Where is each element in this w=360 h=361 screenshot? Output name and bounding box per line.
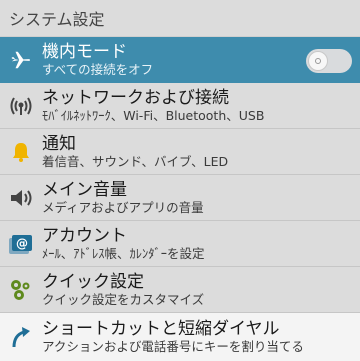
account-icon: @ — [0, 221, 42, 267]
shortcut-arrow-icon — [0, 314, 42, 360]
quick-settings-icon — [0, 267, 42, 313]
item-subtitle: アクションおよび電話番号にキーを割り当てる — [42, 339, 304, 354]
item-subtitle: ﾓﾊﾞｲﾙﾈｯﾄﾜｰｸ、Wi-Fi、Bluetooth、USB — [42, 107, 265, 123]
item-title: アカウント — [42, 225, 127, 246]
item-title: クイック設定 — [42, 271, 144, 292]
settings-list: 機内モード すべての接続をオフ ネットワークおよび接続 ﾓﾊﾞｲﾙﾈｯﾄﾜｰｸ、… — [0, 37, 360, 361]
item-subtitle: クイック設定をカスタマイズ — [42, 291, 205, 307]
item-title: ショートカットと短縮ダイヤル — [42, 319, 280, 339]
speaker-icon — [0, 175, 42, 221]
network-icon — [0, 83, 42, 129]
item-title: 通知 — [42, 133, 76, 154]
item-subtitle: 着信音、サウンド、バイブ、LED — [42, 153, 229, 169]
list-item-network[interactable]: ネットワークおよび接続 ﾓﾊﾞｲﾙﾈｯﾄﾜｰｸ、Wi-Fi、Bluetooth、… — [0, 83, 360, 129]
airplane-mode-toggle[interactable] — [306, 49, 352, 73]
list-item-main-volume[interactable]: メイン音量 メディアおよびアプリの音量 — [0, 175, 360, 221]
airplane-icon — [0, 37, 42, 83]
list-item-quick-settings[interactable]: クイック設定 クイック設定をカスタマイズ — [0, 267, 360, 313]
list-item-notifications[interactable]: 通知 着信音、サウンド、バイブ、LED — [0, 129, 360, 175]
svg-text:@: @ — [16, 236, 28, 250]
bell-icon — [0, 129, 42, 175]
list-item-airplane-mode[interactable]: 機内モード すべての接続をオフ — [0, 37, 360, 83]
item-subtitle: メディアおよびアプリの音量 — [42, 199, 204, 215]
item-title: ネットワークおよび接続 — [42, 87, 229, 108]
toggle-knob — [308, 51, 328, 71]
list-item-shortcuts[interactable]: ショートカットと短縮ダイヤル アクションおよび電話番号にキーを割り当てる — [0, 313, 360, 361]
list-item-accounts[interactable]: @ アカウント ﾒｰﾙ、ｱﾄﾞﾚｽ帳、ｶﾚﾝﾀﾞｰを設定 — [0, 221, 360, 267]
item-title: メイン音量 — [42, 179, 127, 200]
item-subtitle: ﾒｰﾙ、ｱﾄﾞﾚｽ帳、ｶﾚﾝﾀﾞｰを設定 — [42, 245, 205, 261]
page-title: システム設定 — [0, 0, 360, 37]
settings-screen: システム設定 機内モード すべての接続をオフ ネットワークおよび接続 ﾓﾊﾞｲﾙ… — [0, 0, 360, 361]
